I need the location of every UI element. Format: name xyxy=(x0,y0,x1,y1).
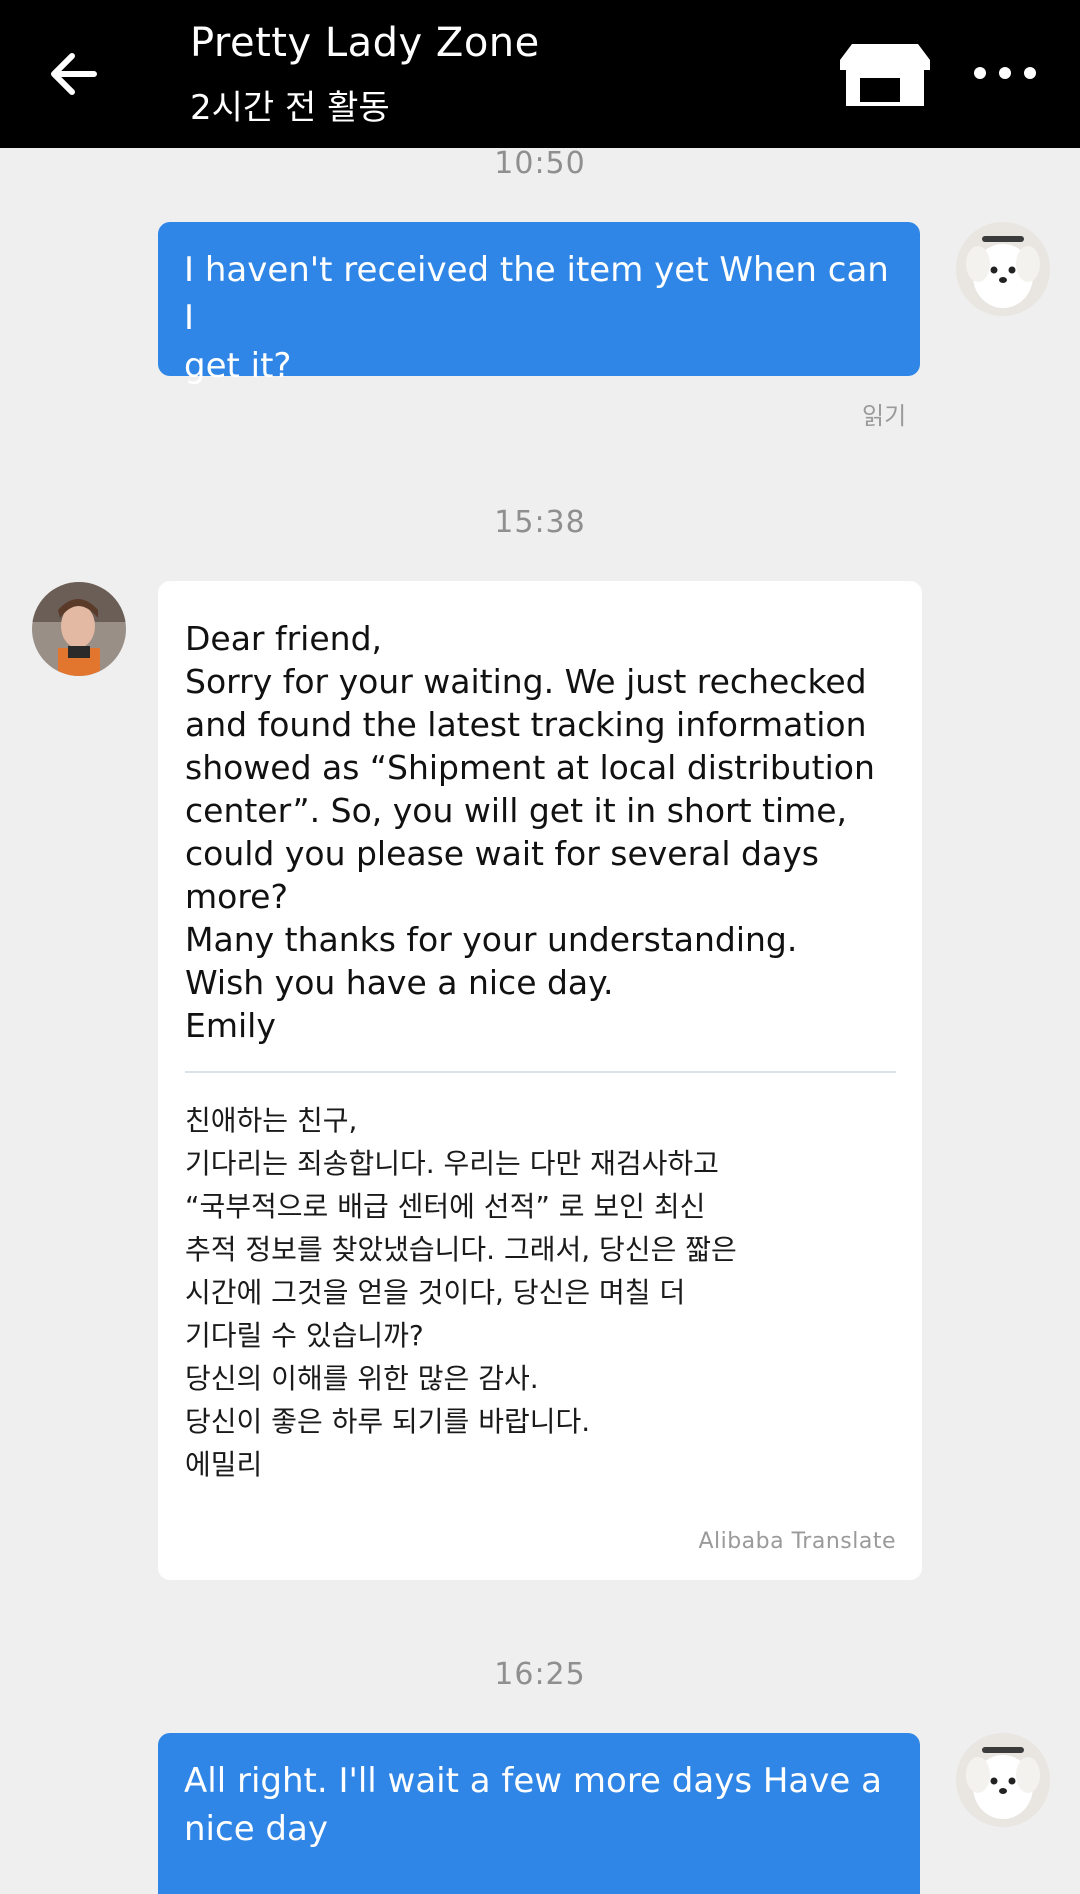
message-line: Dear friend, xyxy=(185,619,383,658)
outgoing-message-bubble[interactable]: I haven't received the item yet When can… xyxy=(158,222,920,386)
message-line: Wish you have a nice day. xyxy=(185,963,614,1002)
back-arrow-icon[interactable] xyxy=(44,44,104,104)
message-line: center”. So, you will get it in short ti… xyxy=(185,791,848,830)
message-line: nice day xyxy=(184,1809,328,1849)
message-line: showed as “Shipment at local distributio… xyxy=(185,748,875,787)
my-avatar[interactable] xyxy=(956,222,1050,316)
store-icon[interactable] xyxy=(830,40,940,110)
translation-line: 시간에 그것을 얻을 것이다, 당신은 며칠 더 xyxy=(185,1276,686,1309)
translation-line: 기다릴 수 있습니까? xyxy=(185,1319,424,1352)
message-line: and found the latest tracking informatio… xyxy=(185,705,867,744)
my-avatar[interactable] xyxy=(956,1733,1050,1827)
read-status: 읽기 xyxy=(862,402,907,430)
translation-line: 당신의 이해를 위한 많은 감사. xyxy=(185,1362,539,1395)
more-dots-icon[interactable] xyxy=(970,58,1040,88)
message-line: more? xyxy=(185,877,288,916)
translation-line: 친애하는 친구, xyxy=(185,1104,358,1137)
translation-line: 당신이 좋은 하루 되기를 바랍니다. xyxy=(185,1405,591,1438)
message-line: Sorry for your waiting. We just rechecke… xyxy=(185,662,867,701)
translation-line: 추적 정보를 찾았냈습니다. 그래서, 당신은 짧은 xyxy=(185,1233,737,1266)
message-timestamp: 15:38 xyxy=(494,505,586,540)
last-active-status: 2시간 전 활동 xyxy=(190,88,390,128)
message-line: I haven't received the item yet When can… xyxy=(184,250,889,338)
outgoing-message-bubble[interactable]: All right. I'll wait a few more days Hav… xyxy=(158,1733,920,1894)
shop-name[interactable]: Pretty Lady Zone xyxy=(190,20,540,66)
chat-header: Pretty Lady Zone 2시간 전 활동 xyxy=(0,0,1080,148)
message-line: All right. I'll wait a few more days Hav… xyxy=(184,1761,882,1801)
translation-line: 에밀리 xyxy=(185,1448,263,1481)
message-timestamp: 10:50 xyxy=(494,146,586,181)
message-line: Emily xyxy=(185,1006,276,1045)
translation-line: 기다리는 죄송합니다. 우리는 다만 재검사하고 xyxy=(185,1147,719,1180)
translation-source: Alibaba Translate xyxy=(698,1529,896,1554)
message-timestamp: 16:25 xyxy=(494,1657,586,1692)
translation-divider xyxy=(185,1071,896,1073)
incoming-message-bubble[interactable]: Dear friend, Sorry for your waiting. We … xyxy=(158,581,922,1580)
message-line: could you please wait for several days xyxy=(185,834,819,873)
message-line: Many thanks for your understanding. xyxy=(185,920,798,959)
seller-avatar[interactable] xyxy=(32,582,126,676)
message-line: get it? xyxy=(184,346,292,386)
translation-line: “국부적으로 배급 센터에 선적” 로 보인 최신 xyxy=(185,1190,706,1223)
